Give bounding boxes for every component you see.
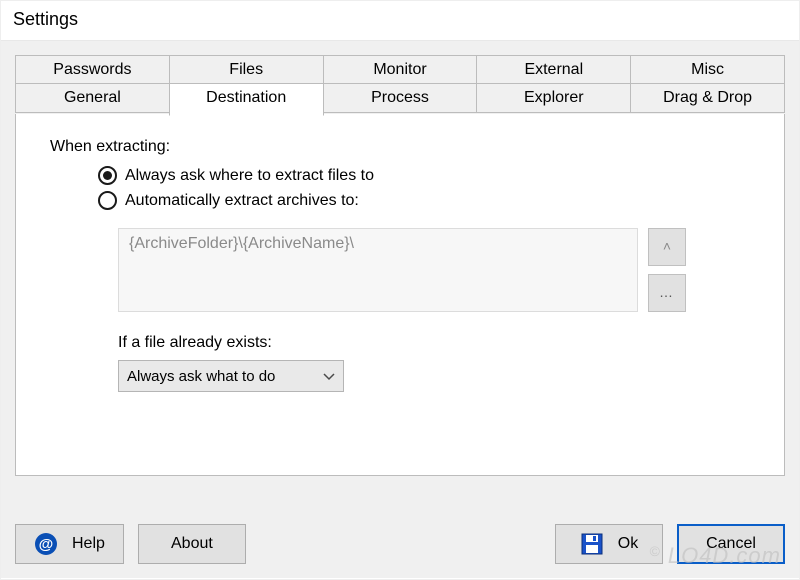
tab-monitor[interactable]: Monitor bbox=[323, 55, 478, 85]
left-button-group: @ Help About bbox=[15, 524, 246, 564]
ellipsis-icon: … bbox=[659, 284, 675, 300]
cancel-button-label: Cancel bbox=[706, 535, 756, 553]
radio-always-ask-label: Always ask where to extract files to bbox=[125, 167, 374, 185]
file-exists-combo[interactable]: Always ask what to do bbox=[118, 360, 344, 392]
tab-drag-drop[interactable]: Drag & Drop bbox=[630, 83, 785, 113]
tab-process[interactable]: Process bbox=[323, 83, 478, 113]
file-exists-row: If a file already exists: Always ask wha… bbox=[118, 334, 750, 392]
cancel-button[interactable]: Cancel bbox=[677, 524, 785, 564]
window-title: Settings bbox=[1, 1, 799, 41]
ok-button-label: Ok bbox=[618, 535, 638, 553]
ok-button[interactable]: Ok bbox=[555, 524, 663, 564]
file-exists-value: Always ask what to do bbox=[127, 368, 275, 385]
floppy-disk-icon bbox=[580, 532, 604, 556]
dialog-button-row: @ Help About bbox=[15, 524, 785, 564]
tab-passwords[interactable]: Passwords bbox=[15, 55, 170, 85]
tab-external[interactable]: External bbox=[476, 55, 631, 85]
tab-panel-destination: When extracting: Always ask where to ext… bbox=[15, 114, 785, 476]
help-button-label: Help bbox=[72, 535, 105, 553]
tabs-row-back: Passwords Files Monitor External Misc bbox=[15, 55, 785, 85]
tab-misc[interactable]: Misc bbox=[630, 55, 785, 85]
file-exists-label: If a file already exists: bbox=[118, 334, 750, 352]
extract-path-area: ˄ … bbox=[118, 228, 750, 312]
radio-auto-extract[interactable] bbox=[98, 191, 117, 210]
tab-explorer[interactable]: Explorer bbox=[476, 83, 631, 113]
help-button[interactable]: @ Help bbox=[15, 524, 124, 564]
radio-auto-extract-label: Automatically extract archives to: bbox=[125, 192, 359, 210]
when-extracting-label: When extracting: bbox=[50, 138, 750, 156]
radio-always-ask-row[interactable]: Always ask where to extract files to bbox=[98, 166, 750, 185]
right-button-group: Ok Cancel bbox=[555, 524, 785, 564]
svg-text:@: @ bbox=[39, 536, 54, 553]
chevron-up-icon: ˄ bbox=[663, 238, 671, 254]
about-button[interactable]: About bbox=[138, 524, 246, 564]
radio-auto-row[interactable]: Automatically extract archives to: bbox=[98, 191, 750, 210]
tab-destination[interactable]: Destination bbox=[169, 83, 324, 116]
browse-button[interactable]: … bbox=[648, 274, 686, 312]
about-button-label: About bbox=[171, 535, 213, 553]
tab-strip: Passwords Files Monitor External Misc Ge… bbox=[15, 55, 785, 115]
path-button-column: ˄ … bbox=[648, 228, 686, 312]
path-history-button[interactable]: ˄ bbox=[648, 228, 686, 266]
settings-window: Settings Passwords Files Monitor Externa… bbox=[0, 0, 800, 580]
radio-always-ask[interactable] bbox=[98, 166, 117, 185]
tabs-row-front: General Destination Process Explorer Dra… bbox=[15, 83, 785, 116]
extract-path-input[interactable] bbox=[118, 228, 638, 312]
tab-files[interactable]: Files bbox=[169, 55, 324, 85]
at-sign-icon: @ bbox=[34, 532, 58, 556]
chevron-down-icon bbox=[323, 369, 335, 384]
client-area: Passwords Files Monitor External Misc Ge… bbox=[1, 41, 799, 578]
tab-general[interactable]: General bbox=[15, 83, 170, 113]
